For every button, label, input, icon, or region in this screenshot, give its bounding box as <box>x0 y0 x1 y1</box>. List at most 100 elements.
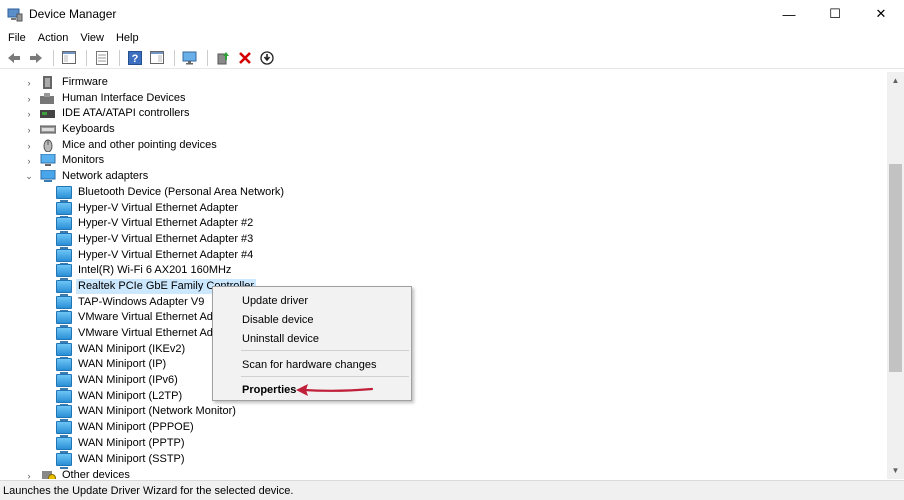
forward-button[interactable] <box>26 49 46 67</box>
network-adapter-icon <box>56 405 72 422</box>
menu-separator <box>241 376 409 377</box>
tree-device-item[interactable]: WAN Miniport (Network Monitor) <box>56 404 238 422</box>
toolbar-separator <box>207 49 208 66</box>
tree-category-label: Keyboards <box>62 123 115 136</box>
tree-device-item[interactable]: WAN Miniport (IP) <box>56 357 168 375</box>
expand-chevron-icon[interactable]: › <box>24 94 34 104</box>
tree-device-item[interactable]: WAN Miniport (L2TP) <box>56 389 184 407</box>
close-button[interactable]: ✕ <box>858 0 904 28</box>
menu-item-update-driver[interactable]: Update driver <box>213 291 411 310</box>
action-pane-button[interactable] <box>147 49 167 67</box>
scroll-up-arrow-icon[interactable]: ▲ <box>887 72 904 89</box>
network-adapter-icon <box>56 437 72 454</box>
tree-device-item[interactable]: WAN Miniport (SSTP) <box>56 452 187 470</box>
expand-chevron-icon[interactable]: › <box>24 471 34 479</box>
menu-item-scan-hardware[interactable]: Scan for hardware changes <box>213 355 411 374</box>
tree-device-item[interactable]: WAN Miniport (IPv6) <box>56 373 180 391</box>
tree-category-monitors[interactable]: › Monitors <box>24 153 106 169</box>
device-label: WAN Miniport (Network Monitor) <box>78 405 236 418</box>
expand-chevron-icon[interactable]: › <box>24 156 34 166</box>
device-label: WAN Miniport (SSTP) <box>78 453 185 466</box>
collapse-chevron-icon[interactable]: ⌄ <box>24 171 34 182</box>
monitor-scan-icon <box>182 51 197 64</box>
tree-category-firmware[interactable]: › Firmware <box>24 75 110 91</box>
tree-device-item[interactable]: WAN Miniport (PPTP) <box>56 436 187 454</box>
expand-chevron-icon[interactable]: › <box>24 125 34 135</box>
tree-device-item[interactable]: Hyper-V Virtual Ethernet Adapter #3 <box>56 232 255 250</box>
tree-category-label: Network adapters <box>62 170 149 183</box>
tree-device-item[interactable]: Bluetooth Device (Personal Area Network) <box>56 185 286 203</box>
expand-chevron-icon[interactable]: › <box>24 78 34 88</box>
device-label: WAN Miniport (IKEv2) <box>78 343 186 356</box>
tree-category-hid[interactable]: › Human Interface Devices <box>24 91 188 107</box>
device-label: Hyper-V Virtual Ethernet Adapter #2 <box>78 217 254 230</box>
network-adapter-icon <box>56 249 72 266</box>
toolbar-separator <box>86 49 87 66</box>
expand-chevron-icon[interactable]: › <box>24 141 34 151</box>
minimize-button[interactable]: — <box>766 0 812 28</box>
tree-device-item[interactable]: TAP-Windows Adapter V9 <box>56 295 206 313</box>
menu-item-uninstall-device[interactable]: Uninstall device <box>213 329 411 348</box>
properties-toolbar-button[interactable] <box>92 49 112 67</box>
network-adapter-icon <box>56 453 72 470</box>
action-pane-icon <box>150 51 164 64</box>
device-manager-icon <box>7 8 23 22</box>
network-adapter-icon <box>40 170 56 183</box>
tree-device-item[interactable]: VMware Virtual Ethernet Adapt <box>56 326 230 344</box>
vertical-scrollbar[interactable]: ▲ ▼ <box>887 72 904 479</box>
device-label: WAN Miniport (IP) <box>78 358 167 371</box>
annotation-arrow-icon <box>296 384 374 396</box>
uninstall-button[interactable] <box>235 49 255 67</box>
device-label: WAN Miniport (IPv6) <box>78 374 178 387</box>
device-label: WAN Miniport (PPTP) <box>78 437 185 450</box>
tree-device-item[interactable]: WAN Miniport (PPPOE) <box>56 420 196 438</box>
tree-category-label: Other devices <box>62 469 130 479</box>
menu-bar: File Action View Help <box>0 29 145 47</box>
tree-device-item[interactable]: VMware Virtual Ethernet Adapt <box>56 310 230 328</box>
tree-device-item[interactable]: Intel(R) Wi-Fi 6 AX201 160MHz <box>56 263 233 281</box>
menu-file[interactable]: File <box>0 29 32 47</box>
device-label: Hyper-V Virtual Ethernet Adapter #3 <box>78 233 254 246</box>
status-text: Launches the Update Driver Wizard for th… <box>3 484 294 497</box>
expand-chevron-icon[interactable]: › <box>24 109 34 119</box>
scroll-down-arrow-icon[interactable]: ▼ <box>887 462 904 479</box>
tree-device-item[interactable]: Hyper-V Virtual Ethernet Adapter <box>56 201 240 219</box>
tree-category-ide[interactable]: › IDE ATA/ATAPI controllers <box>24 106 192 122</box>
scrollbar-thumb[interactable] <box>889 164 902 372</box>
tree-category-other-devices[interactable]: › Other devices <box>24 468 132 479</box>
network-adapter-icon <box>56 390 72 407</box>
network-adapter-icon <box>56 280 72 297</box>
other-devices-icon <box>42 471 56 479</box>
menu-action[interactable]: Action <box>32 29 75 47</box>
help-button[interactable]: ? <box>125 49 145 67</box>
update-driver-icon <box>217 51 229 64</box>
tree-device-item[interactable]: Hyper-V Virtual Ethernet Adapter #4 <box>56 248 255 266</box>
device-label: Bluetooth Device (Personal Area Network) <box>78 186 285 199</box>
network-adapter-icon <box>56 358 72 375</box>
title-bar: Device Manager — ☐ ✕ <box>0 0 904 28</box>
menu-view[interactable]: View <box>74 29 110 47</box>
enable-device-button[interactable] <box>257 49 277 67</box>
network-adapter-icon <box>56 202 72 219</box>
arrow-left-icon <box>8 52 20 63</box>
device-label: Hyper-V Virtual Ethernet Adapter #4 <box>78 249 254 262</box>
tree-device-item[interactable]: WAN Miniport (IKEv2) <box>56 342 187 360</box>
menu-help[interactable]: Help <box>110 29 145 47</box>
tree-device-item[interactable]: Hyper-V Virtual Ethernet Adapter #2 <box>56 216 255 234</box>
tree-category-keyboards[interactable]: › Keyboards <box>24 122 117 138</box>
device-label: VMware Virtual Ethernet Adapt <box>78 311 229 324</box>
menu-item-disable-device[interactable]: Disable device <box>213 310 411 329</box>
maximize-button[interactable]: ☐ <box>812 0 858 28</box>
tree-category-network-adapters[interactable]: ⌄ Network adapters <box>24 169 150 185</box>
console-tree-icon <box>62 51 76 64</box>
show-hide-console-tree-button[interactable] <box>59 49 79 67</box>
update-driver-button[interactable] <box>213 49 233 67</box>
back-button[interactable] <box>4 49 24 67</box>
window-controls: — ☐ ✕ <box>766 0 904 28</box>
network-adapter-icon <box>56 264 72 281</box>
scan-hardware-button[interactable] <box>180 49 200 67</box>
toolbar-separator <box>174 49 175 66</box>
toolbar-separator <box>119 49 120 66</box>
tree-category-mice[interactable]: › Mice and other pointing devices <box>24 138 219 154</box>
device-label: WAN Miniport (PPPOE) <box>78 421 194 434</box>
